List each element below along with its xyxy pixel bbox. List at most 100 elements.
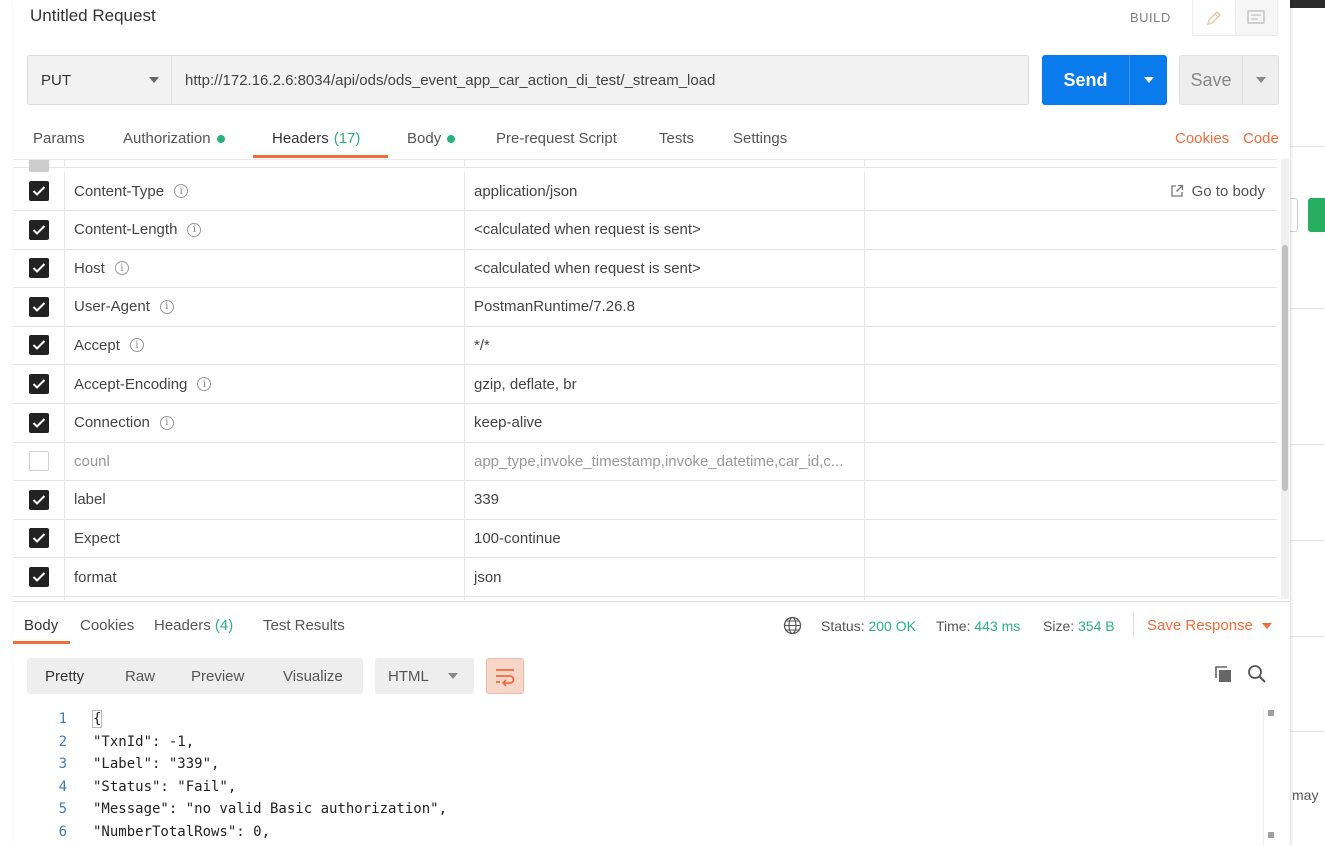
header-key[interactable]: User-Agent i bbox=[65, 287, 465, 326]
response-divider[interactable] bbox=[13, 601, 1290, 602]
header-value[interactable]: */* bbox=[465, 326, 865, 365]
tab-headers[interactable]: Headers (17) bbox=[272, 130, 360, 147]
search-icon[interactable] bbox=[1247, 664, 1267, 687]
header-description[interactable] bbox=[865, 442, 1277, 480]
view-mode-preview[interactable]: Preview bbox=[191, 668, 244, 685]
checkbox[interactable] bbox=[28, 567, 49, 587]
view-mode-visualize[interactable]: Visualize bbox=[283, 668, 343, 685]
header-value[interactable]: <calculated when request is sent> bbox=[465, 249, 865, 288]
comment-icon[interactable] bbox=[1234, 0, 1277, 35]
header-value[interactable]: PostmanRuntime/7.26.8 bbox=[465, 287, 865, 326]
tab-tests[interactable]: Tests bbox=[659, 130, 694, 147]
header-value[interactable]: gzip, deflate, br bbox=[465, 365, 865, 403]
checkbox[interactable] bbox=[28, 296, 49, 317]
info-icon[interactable]: i bbox=[129, 338, 144, 353]
scroll-up-arrow[interactable] bbox=[1268, 710, 1274, 716]
description-cell[interactable] bbox=[865, 160, 1277, 167]
header-key[interactable]: Content-Type i bbox=[65, 172, 465, 210]
header-description[interactable] bbox=[865, 481, 1277, 519]
header-value[interactable]: 339 bbox=[465, 480, 865, 519]
code-scrollbar[interactable] bbox=[1263, 708, 1277, 846]
value-cell[interactable] bbox=[465, 160, 865, 167]
response-tab-headers[interactable]: Headers (4) bbox=[154, 617, 233, 634]
time-value[interactable]: 443 ms bbox=[974, 618, 1020, 634]
request-title[interactable]: Untitled Request bbox=[30, 6, 156, 26]
header-value[interactable]: 100-continue bbox=[465, 519, 865, 558]
checkbox[interactable] bbox=[28, 181, 49, 201]
scrollbar-thumb[interactable] bbox=[1282, 245, 1288, 491]
header-description[interactable] bbox=[865, 288, 1277, 326]
header-value[interactable]: json bbox=[465, 558, 865, 596]
headers-scrollbar[interactable] bbox=[1281, 159, 1289, 599]
save-response-button[interactable]: Save Response bbox=[1147, 617, 1272, 634]
checkbox[interactable] bbox=[28, 489, 49, 510]
tab-body[interactable]: Body bbox=[407, 130, 456, 147]
header-description[interactable] bbox=[865, 249, 1277, 287]
tab-params[interactable]: Params bbox=[33, 130, 85, 147]
key-cell[interactable] bbox=[65, 596, 465, 600]
response-tab-body[interactable]: Body bbox=[24, 617, 58, 634]
checkbox[interactable] bbox=[28, 528, 49, 549]
checkbox[interactable] bbox=[28, 335, 49, 356]
header-key[interactable]: counl bbox=[65, 442, 465, 481]
checkbox[interactable] bbox=[28, 451, 49, 472]
tab-authorization[interactable]: Authorization bbox=[123, 130, 225, 147]
checkbox[interactable] bbox=[28, 219, 49, 240]
header-value[interactable]: app_type,invoke_timestamp,invoke_datetim… bbox=[465, 442, 865, 481]
response-body-code[interactable]: 1{2 "TxnId": -1, 3 "Label": "339", 4 "Status"… bbox=[13, 708, 1263, 846]
value-cell[interactable] bbox=[465, 596, 865, 600]
header-description[interactable]: Go to body bbox=[865, 172, 1277, 210]
save-button[interactable]: Save bbox=[1179, 55, 1279, 105]
edit-icon[interactable] bbox=[1193, 0, 1235, 35]
url-input[interactable]: http://172.16.2.6:8034/api/ods/ods_event… bbox=[172, 72, 715, 89]
header-key[interactable]: Accept-Encoding i bbox=[65, 365, 465, 403]
method-select[interactable]: PUT bbox=[28, 56, 172, 104]
header-value[interactable]: <calculated when request is sent> bbox=[465, 210, 865, 249]
view-mode-pretty[interactable]: Pretty bbox=[45, 668, 84, 685]
header-description[interactable] bbox=[865, 404, 1277, 442]
info-icon[interactable]: i bbox=[197, 377, 212, 391]
status-value[interactable]: 200 OK bbox=[868, 618, 915, 634]
response-tab-test-results[interactable]: Test Results bbox=[263, 617, 345, 634]
scroll-down-arrow[interactable] bbox=[1268, 832, 1274, 838]
size-value[interactable]: 354 B bbox=[1078, 618, 1115, 634]
info-icon[interactable]: i bbox=[187, 222, 202, 237]
header-key[interactable]: Accept i bbox=[65, 326, 465, 365]
send-options-button[interactable] bbox=[1129, 55, 1167, 105]
checkbox[interactable] bbox=[28, 258, 49, 279]
tab-pre-request-script[interactable]: Pre-request Script bbox=[496, 130, 617, 147]
key-cell[interactable] bbox=[65, 160, 465, 167]
header-description[interactable] bbox=[865, 519, 1277, 557]
checkbox[interactable] bbox=[28, 374, 49, 394]
go-to-body-link[interactable]: Go to body bbox=[1170, 183, 1265, 200]
checkbox[interactable] bbox=[28, 160, 49, 172]
info-icon[interactable]: i bbox=[174, 184, 189, 198]
header-description[interactable] bbox=[865, 211, 1277, 249]
globe-icon[interactable] bbox=[783, 616, 802, 638]
info-icon[interactable]: i bbox=[159, 299, 174, 314]
header-key[interactable]: Content-Length i bbox=[65, 210, 465, 249]
header-value[interactable]: application/json bbox=[465, 172, 865, 210]
info-icon[interactable]: i bbox=[114, 261, 129, 276]
code-link[interactable]: Code bbox=[1243, 130, 1279, 147]
description-cell[interactable] bbox=[865, 597, 1277, 600]
header-description[interactable] bbox=[865, 326, 1277, 364]
header-key[interactable]: format bbox=[65, 558, 465, 596]
header-description[interactable] bbox=[865, 365, 1277, 403]
response-tab-cookies[interactable]: Cookies bbox=[80, 617, 134, 634]
header-key[interactable]: Host i bbox=[65, 249, 465, 288]
header-value[interactable]: keep-alive bbox=[465, 403, 865, 442]
header-key[interactable]: label bbox=[65, 480, 465, 519]
tab-settings[interactable]: Settings bbox=[733, 130, 787, 147]
info-icon[interactable]: i bbox=[159, 415, 174, 430]
header-key[interactable]: Expect bbox=[65, 519, 465, 558]
wrap-lines-button[interactable] bbox=[486, 658, 524, 694]
mode-label[interactable]: BUILD bbox=[1130, 10, 1171, 25]
cookies-link[interactable]: Cookies bbox=[1175, 130, 1229, 147]
format-select[interactable]: HTML bbox=[375, 658, 474, 694]
copy-icon[interactable] bbox=[1213, 664, 1233, 687]
header-key[interactable]: Connection i bbox=[65, 403, 465, 442]
header-description[interactable] bbox=[865, 558, 1277, 596]
send-button[interactable]: Send bbox=[1042, 55, 1167, 105]
checkbox[interactable] bbox=[28, 412, 49, 433]
